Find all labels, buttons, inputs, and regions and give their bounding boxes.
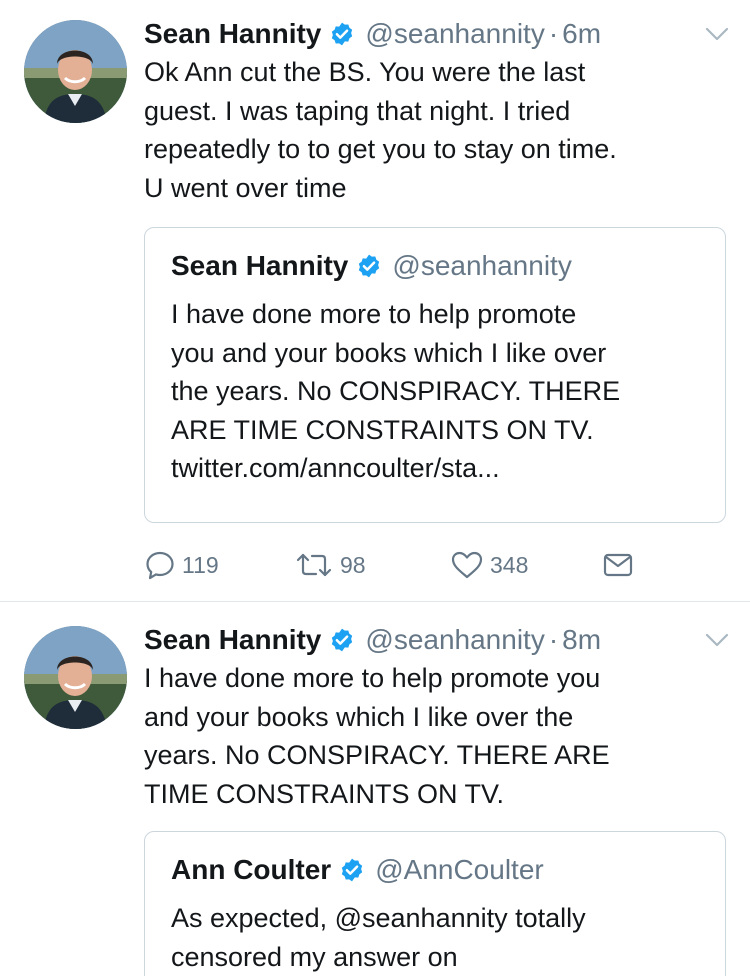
reply-button[interactable]: 119: [144, 545, 219, 585]
tweet-text-line: Ok Ann cut the BS. You were the last: [144, 57, 586, 87]
verified-badge-icon: [356, 253, 382, 279]
timestamp[interactable]: 8m: [562, 624, 601, 656]
quoted-text-line: I have done more to help promote: [171, 299, 577, 329]
quoted-link[interactable]: twitter.com/anncoulter/sta...: [171, 449, 711, 488]
envelope-icon: [602, 549, 634, 581]
verified-badge-icon: [329, 627, 355, 653]
tweet-header: Sean Hannity @seanhannity · 6m: [144, 14, 601, 54]
quoted-tweet-header: Sean Hannity @seanhannity: [171, 246, 572, 286]
like-button[interactable]: 348: [450, 545, 528, 585]
tweet-actions: 119 98 348: [144, 545, 644, 585]
tweet-text: Ok Ann cut the BS. You were the last gue…: [144, 53, 724, 207]
quoted-tweet-header: Ann Coulter @AnnCoulter: [171, 850, 544, 890]
timestamp[interactable]: 6m: [562, 18, 601, 50]
tweet-text-line: and your books which I like over the: [144, 701, 574, 732]
retweet-count: 98: [340, 551, 366, 578]
author-name[interactable]: Sean Hannity: [144, 624, 321, 656]
quoted-author-name: Ann Coulter: [171, 854, 332, 885]
author-handle[interactable]: @seanhannity: [365, 624, 544, 656]
quoted-tweet-text: I have done more to help promote you and…: [171, 295, 711, 488]
like-count: 348: [490, 551, 529, 578]
avatar[interactable]: [24, 626, 127, 729]
direct-message-button[interactable]: [602, 545, 634, 585]
quoted-text-line: you and your books which I like over: [171, 337, 607, 368]
author-name[interactable]: Sean Hannity: [144, 18, 321, 50]
quoted-tweet[interactable]: Sean Hannity @seanhannity I have done mo…: [144, 227, 726, 523]
retweet-button[interactable]: 98: [294, 545, 366, 585]
reply-count: 119: [182, 551, 219, 578]
quoted-text-line: ARE TIME CONSTRAINTS ON TV.: [171, 414, 594, 445]
tweet-text-line: U went over time: [144, 172, 347, 203]
heart-icon: [450, 549, 484, 581]
tweet-text: I have done more to help promote you and…: [144, 659, 724, 813]
separator-dot: ·: [548, 18, 559, 49]
tweet-text-line: guest. I was taping that night. I tried: [144, 95, 571, 126]
verified-badge-icon: [339, 857, 365, 883]
tweet-text-line: TIME CONSTRAINTS ON TV.: [144, 778, 505, 809]
tweet-text-line: years. No CONSPIRACY. THERE ARE: [144, 740, 610, 770]
reply-icon: [144, 549, 176, 581]
separator-dot: ·: [548, 624, 559, 655]
chevron-down-icon[interactable]: [704, 24, 730, 44]
verified-badge-icon: [329, 21, 355, 47]
quoted-tweet[interactable]: Ann Coulter @AnnCoulter As expected, @se…: [144, 831, 726, 976]
quoted-author-handle: @AnnCoulter: [375, 854, 544, 885]
tweet[interactable]: Sean Hannity @seanhannity · 8m I have do…: [0, 602, 750, 976]
quoted-tweet-text: As expected, @seanhannity totally censor…: [171, 899, 711, 976]
quoted-author-handle: @seanhannity: [392, 250, 572, 281]
tweet-header: Sean Hannity @seanhannity · 8m: [144, 620, 601, 660]
quoted-text-line: As expected, @seanhannity totally: [171, 903, 586, 933]
quoted-author-name: Sean Hannity: [171, 250, 349, 281]
avatar[interactable]: [24, 20, 127, 123]
quoted-text-line: censored my answer on: [171, 941, 458, 972]
author-handle[interactable]: @seanhannity: [365, 18, 544, 50]
tweet[interactable]: Sean Hannity @seanhannity · 6m Ok Ann cu…: [0, 0, 750, 602]
chevron-down-icon[interactable]: [704, 630, 730, 650]
tweet-text-line: repeatedly to to get you to stay on time…: [144, 134, 617, 164]
quoted-text-line: the years. No CONSPIRACY. THERE: [171, 376, 621, 406]
retweet-icon: [294, 549, 334, 581]
tweet-text-line: I have done more to help promote you: [144, 663, 601, 693]
